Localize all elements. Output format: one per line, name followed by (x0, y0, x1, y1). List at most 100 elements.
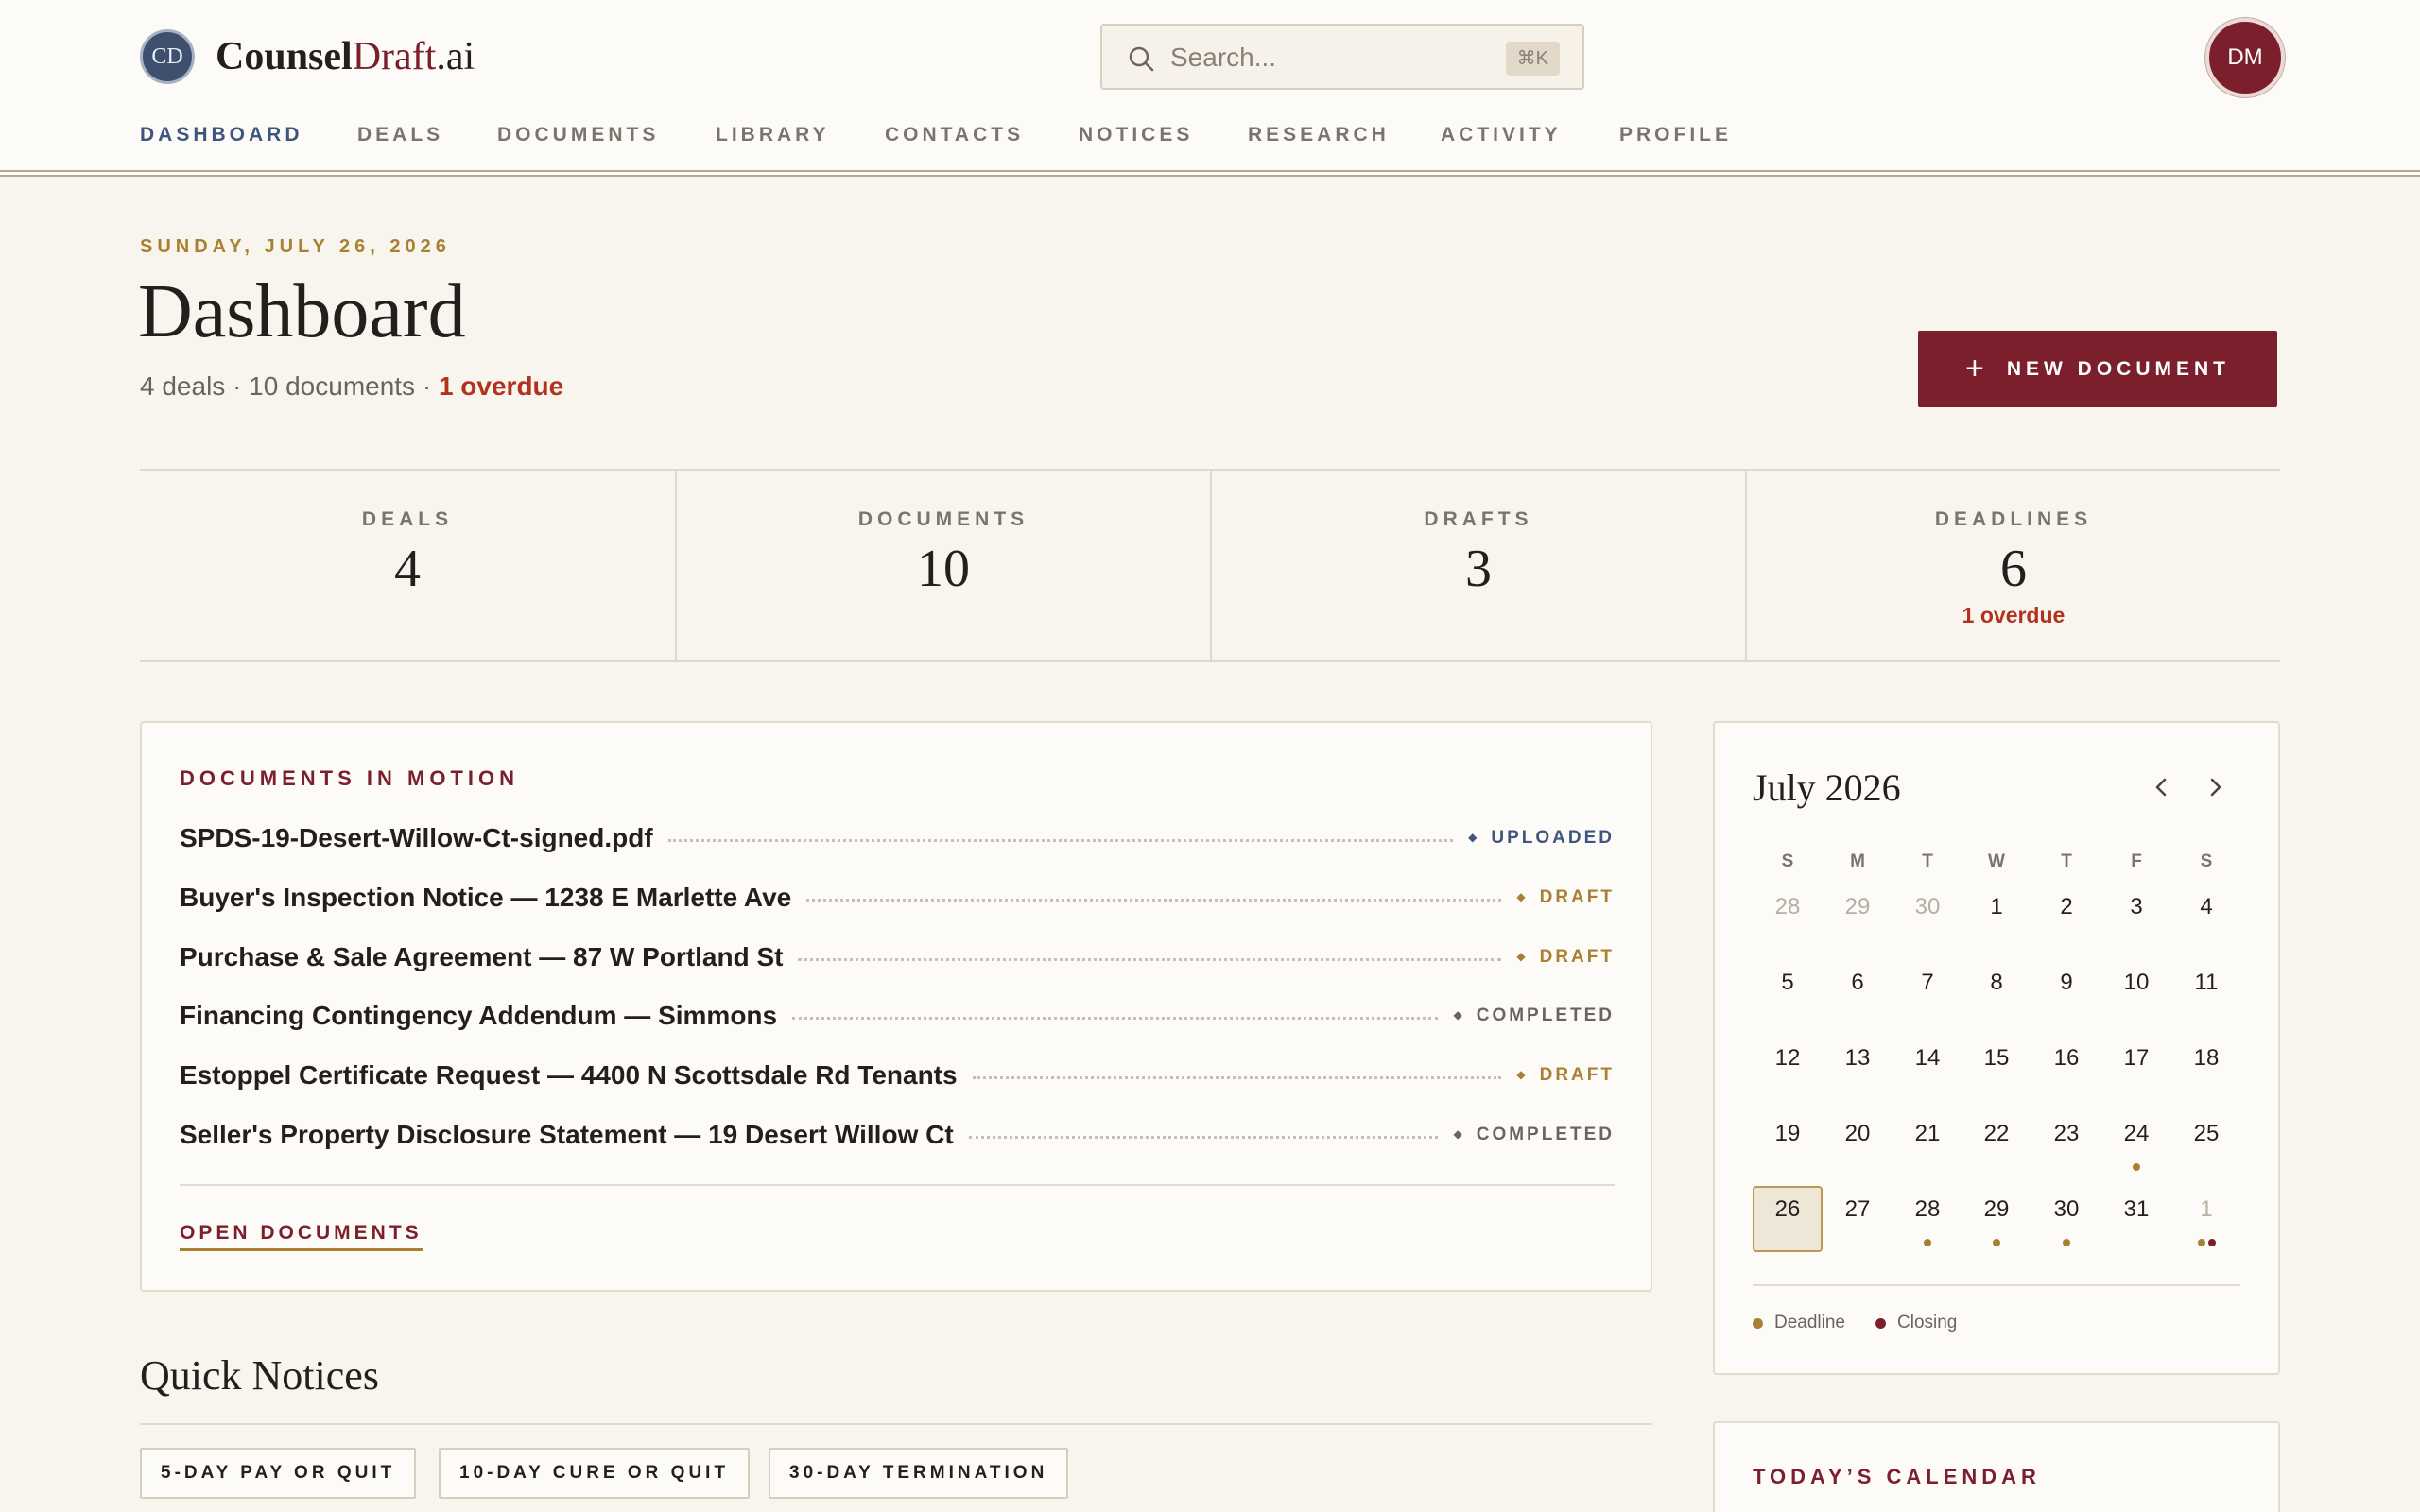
calendar-day[interactable]: 1 (2171, 1186, 2241, 1252)
document-title: SPDS-19-Desert-Willow-Ct-signed.pdf (180, 823, 653, 852)
stat-deals[interactable]: DEALS 4 (140, 471, 675, 660)
nav-dashboard[interactable]: DASHBOARD (140, 124, 303, 146)
calendar-day[interactable]: 2 (2031, 884, 2101, 950)
open-documents-link[interactable]: OPEN DOCUMENTS (180, 1222, 423, 1251)
calendar-day[interactable]: 28 (1753, 884, 1823, 950)
calendar-day[interactable]: 10 (2101, 959, 2171, 1025)
status-label: DRAFT (1539, 1065, 1615, 1085)
day-number: 30 (2053, 1196, 2080, 1222)
calendar-day[interactable]: 15 (1962, 1035, 2031, 1101)
status-label: COMPLETED (1476, 1125, 1615, 1144)
day-number: 11 (2194, 970, 2219, 995)
summary-overdue[interactable]: 1 overdue (439, 371, 563, 401)
app-logo[interactable]: CounselDraft.ai (216, 34, 475, 79)
calendar-day[interactable]: 29 (1823, 884, 1893, 950)
calendar-day[interactable]: 21 (1893, 1110, 1962, 1177)
day-number: 29 (1983, 1196, 2010, 1222)
nav-activity[interactable]: ACTIVITY (1441, 124, 1562, 146)
nav-research[interactable]: RESEARCH (1248, 124, 1390, 146)
calendar-day[interactable]: 19 (1753, 1110, 1823, 1177)
stat-overdue: 1 overdue (1962, 603, 2066, 627)
notice-10-day-cure-or-quit-button[interactable]: 10-DAY CURE OR QUIT (439, 1448, 751, 1499)
deadline-dot-icon (1924, 1239, 1931, 1246)
calendar-day-today[interactable]: 26 (1753, 1186, 1823, 1252)
calendar-day[interactable]: 22 (1962, 1110, 2031, 1177)
nav-contacts[interactable]: CONTACTS (885, 124, 1024, 146)
stat-documents[interactable]: DOCUMENTS 10 (675, 471, 1210, 660)
day-number: 4 (2200, 894, 2213, 919)
document-row[interactable]: Financing Contingency Addendum — Simmons… (180, 995, 1615, 1037)
user-avatar[interactable]: DM (2205, 18, 2285, 97)
stat-drafts[interactable]: DRAFTS 3 (1210, 471, 1745, 660)
calendar-day[interactable]: 18 (2171, 1035, 2241, 1101)
status-badge: ◆ UPLOADED (1468, 828, 1615, 849)
calendar-day[interactable]: 3 (2101, 884, 2171, 950)
calendar-day[interactable]: 25 (2171, 1110, 2241, 1177)
chevron-right-icon[interactable] (2203, 775, 2227, 799)
calendar-day[interactable]: 11 (2171, 959, 2241, 1025)
document-row[interactable]: Buyer's Inspection Notice — 1238 E Marle… (180, 877, 1615, 919)
document-row[interactable]: SPDS-19-Desert-Willow-Ct-signed.pdf ◆ UPL… (180, 817, 1615, 859)
document-row[interactable]: Purchase & Sale Agreement — 87 W Portlan… (180, 936, 1615, 978)
closing-dot-icon (1876, 1317, 1886, 1329)
day-number: 7 (1921, 970, 1934, 995)
calendar-day[interactable]: 5 (1753, 959, 1823, 1025)
event-dots (1893, 1239, 1962, 1246)
calendar-day[interactable]: 23 (2031, 1110, 2101, 1177)
diamond-icon: ◆ (1516, 1068, 1529, 1081)
document-title: Financing Contingency Addendum — Simmons (180, 1001, 778, 1030)
search-placeholder: Search... (1170, 43, 1277, 72)
calendar-day[interactable]: 14 (1893, 1035, 1962, 1101)
calendar-day[interactable]: 27 (1823, 1186, 1893, 1252)
nav-library[interactable]: LIBRARY (716, 124, 830, 146)
plus-icon: + (1964, 351, 1984, 387)
calendar-day[interactable]: 6 (1823, 959, 1893, 1025)
calendar-day[interactable]: 8 (1962, 959, 2031, 1025)
day-number: 16 (2053, 1045, 2080, 1071)
calendar-day[interactable]: 20 (1823, 1110, 1893, 1177)
day-number: 14 (1914, 1045, 1941, 1071)
calendar-day[interactable]: 7 (1893, 959, 1962, 1025)
calendar-day[interactable]: 29 (1962, 1186, 2031, 1252)
new-document-button[interactable]: + NEW DOCUMENT (1918, 331, 2277, 407)
calendar-day[interactable]: 13 (1823, 1035, 1893, 1101)
document-row[interactable]: Seller's Property Disclosure Statement —… (180, 1114, 1615, 1156)
weekday-label: M (1850, 851, 1865, 871)
calendar-day[interactable]: 17 (2101, 1035, 2171, 1101)
weekday-label: W (1988, 851, 2005, 871)
divider (180, 1184, 1615, 1186)
day-number: 8 (1990, 970, 2003, 995)
notice-5-day-pay-or-quit-button[interactable]: 5-DAY PAY OR QUIT (140, 1448, 417, 1499)
nav-deals[interactable]: DEALS (357, 124, 443, 146)
documents-in-motion-card: DOCUMENTS IN MOTION SPDS-19-Desert-Willo… (140, 721, 1652, 1292)
stat-value: 6 (2000, 540, 2027, 598)
calendar-day[interactable]: 1 (1962, 884, 2031, 950)
chevron-left-icon[interactable] (2150, 775, 2174, 799)
calendar-day[interactable]: 30 (2031, 1186, 2101, 1252)
calendar-day[interactable]: 24 (2101, 1110, 2171, 1177)
calendar-day[interactable]: 31 (2101, 1186, 2171, 1252)
stat-label: DRAFTS (1424, 508, 1533, 530)
calendar-day[interactable]: 28 (1893, 1186, 1962, 1252)
day-number: 29 (1844, 894, 1871, 919)
top-bar: CD CounselDraft.ai Search... ⌘K DM DASHB… (0, 0, 2420, 177)
calendar-day[interactable]: 4 (2171, 884, 2241, 950)
diamond-icon: ◆ (1453, 1127, 1465, 1141)
logo-badge[interactable]: CD (140, 29, 195, 84)
diamond-icon: ◆ (1516, 950, 1529, 963)
nav-notices[interactable]: NOTICES (1079, 124, 1193, 146)
calendar-day[interactable]: 30 (1893, 884, 1962, 950)
stat-deadlines[interactable]: DEADLINES 6 1 overdue (1745, 471, 2280, 660)
calendar-day[interactable]: 9 (2031, 959, 2101, 1025)
status-badge: ◆ DRAFT (1516, 1065, 1615, 1086)
calendar-day[interactable]: 16 (2031, 1035, 2101, 1101)
nav-profile[interactable]: PROFILE (1619, 124, 1732, 146)
legend-label: Deadline (1774, 1313, 1845, 1332)
calendar-day[interactable]: 12 (1753, 1035, 1823, 1101)
nav-documents[interactable]: DOCUMENTS (497, 124, 659, 146)
document-row[interactable]: Estoppel Certificate Request — 4400 N Sc… (180, 1055, 1615, 1096)
current-date: SUNDAY, JULY 26, 2026 (140, 236, 451, 257)
notice-30-day-termination-button[interactable]: 30-DAY TERMINATION (769, 1448, 1069, 1499)
search-input[interactable]: Search... ⌘K (1100, 24, 1584, 90)
day-number: 28 (1914, 1196, 1941, 1222)
